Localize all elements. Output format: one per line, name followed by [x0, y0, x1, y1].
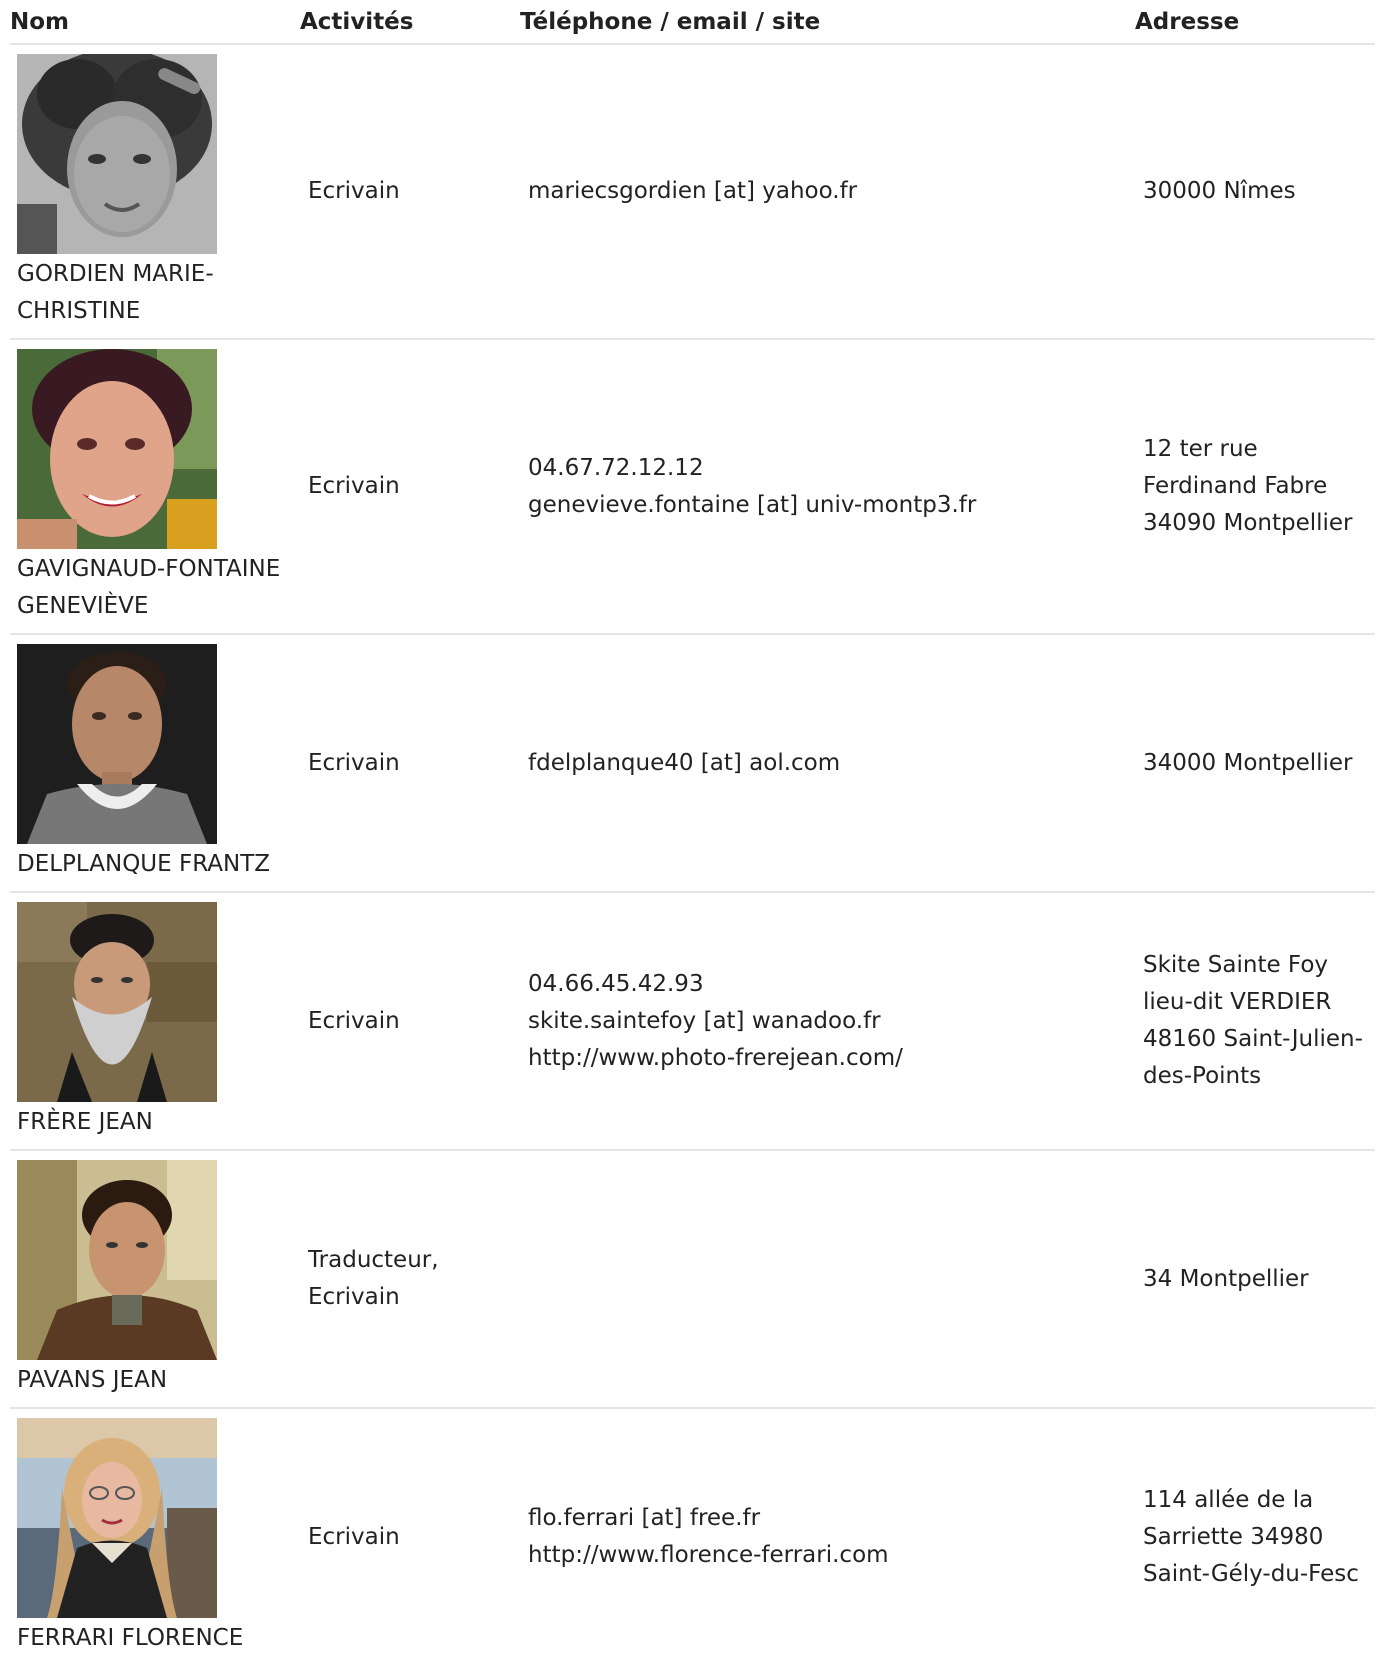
- cell-activity: Ecrivain: [300, 339, 520, 635]
- contact-email[interactable]: mariecsgordien [at] yahoo.fr: [528, 173, 1135, 210]
- contact-website[interactable]: http://www.florence-ferrari.com: [528, 1537, 1135, 1574]
- cell-address: 30000 Nîmes: [1135, 44, 1375, 340]
- person-photo[interactable]: [17, 1160, 217, 1360]
- cell-address: 114 allée de la Sarriette 34980 Saint-Gé…: [1143, 1486, 1359, 1587]
- person-name[interactable]: FERRARI FLORENCE: [17, 1620, 287, 1657]
- directory-table: Nom Activités Téléphone / email / site A…: [10, 0, 1375, 1665]
- table-row: GORDIEN MARIE-CHRISTINE Ecrivain mariecs…: [10, 44, 1375, 340]
- cell-address: 34 Montpellier: [1135, 1150, 1375, 1409]
- person-name[interactable]: GORDIEN MARIE-CHRISTINE: [17, 256, 287, 330]
- person-photo[interactable]: [17, 1418, 217, 1618]
- cell-name: GORDIEN MARIE-CHRISTINE: [10, 44, 300, 340]
- cell-contact: flo.ferrari [at] free.fr http://www.flor…: [520, 1408, 1135, 1665]
- cell-activity: Ecrivain: [300, 44, 520, 340]
- header-contact[interactable]: Téléphone / email / site: [520, 0, 1135, 45]
- cell-contact: [520, 1150, 1135, 1409]
- header-activites[interactable]: Activités: [300, 0, 520, 45]
- table-row: DELPLANQUE FRANTZ Ecrivain fdelplanque40…: [10, 634, 1375, 893]
- cell-contact: fdelplanque40 [at] aol.com: [520, 634, 1135, 893]
- contact-email[interactable]: flo.ferrari [at] free.fr: [528, 1500, 1135, 1537]
- contact-phone: 04.67.72.12.12: [528, 454, 704, 481]
- table-row: GAVIGNAUD-FONTAINE GENEVIÈVE Ecrivain 04…: [10, 339, 1375, 635]
- cell-name: DELPLANQUE FRANTZ: [10, 634, 300, 893]
- cell-activity: Ecrivain: [308, 1523, 400, 1550]
- cell-name: GAVIGNAUD-FONTAINE GENEVIÈVE: [10, 339, 300, 635]
- contact-website[interactable]: http://www.photo-frerejean.com/: [528, 1040, 1135, 1077]
- person-name[interactable]: DELPLANQUE FRANTZ: [17, 846, 287, 883]
- cell-activity: Ecrivain: [300, 634, 520, 893]
- cell-contact: mariecsgordien [at] yahoo.fr: [520, 44, 1135, 340]
- cell-address: 12 ter rue Ferdinand Fabre 34090 Montpel…: [1135, 339, 1375, 635]
- cell-address: Skite Sainte Foy lieu-dit VERDIER 48160 …: [1135, 892, 1375, 1151]
- table-row: FERRARI FLORENCE Ecrivain flo.ferrari [a…: [10, 1408, 1375, 1665]
- cell-name: PAVANS JEAN: [10, 1150, 300, 1409]
- contact-email[interactable]: fdelplanque40 [at] aol.com: [528, 745, 1135, 782]
- contact-phone: 04.66.45.42.93: [528, 970, 704, 997]
- table-row: FRÈRE JEAN Ecrivain 04.66.45.42.93 skite…: [10, 892, 1375, 1151]
- table-header-row: Nom Activités Téléphone / email / site A…: [10, 0, 1375, 45]
- person-name[interactable]: GAVIGNAUD-FONTAINE GENEVIÈVE: [17, 551, 287, 625]
- person-photo[interactable]: [17, 54, 217, 254]
- header-adresse[interactable]: Adresse: [1135, 0, 1375, 45]
- person-name[interactable]: FRÈRE JEAN: [17, 1104, 287, 1141]
- person-photo[interactable]: [17, 644, 217, 844]
- person-photo[interactable]: [17, 349, 217, 549]
- cell-name: FRÈRE JEAN: [10, 892, 300, 1151]
- header-nom[interactable]: Nom: [10, 0, 300, 45]
- cell-activity: Ecrivain: [300, 892, 520, 1151]
- cell-address: 34000 Montpellier: [1135, 634, 1375, 893]
- cell-activity: Traducteur, Ecrivain: [300, 1150, 520, 1409]
- contact-email[interactable]: genevieve.fontaine [at] univ-montp3.fr: [528, 487, 1135, 524]
- person-name[interactable]: PAVANS JEAN: [17, 1362, 287, 1399]
- table-row: PAVANS JEAN Traducteur, Ecrivain 34 Mont…: [10, 1150, 1375, 1409]
- contact-email[interactable]: skite.saintefoy [at] wanadoo.fr: [528, 1003, 1135, 1040]
- cell-contact: 04.67.72.12.12 genevieve.fontaine [at] u…: [520, 339, 1135, 635]
- cell-contact: 04.66.45.42.93 skite.saintefoy [at] wana…: [520, 892, 1135, 1151]
- cell-name: FERRARI FLORENCE: [10, 1408, 300, 1665]
- person-photo[interactable]: [17, 902, 217, 1102]
